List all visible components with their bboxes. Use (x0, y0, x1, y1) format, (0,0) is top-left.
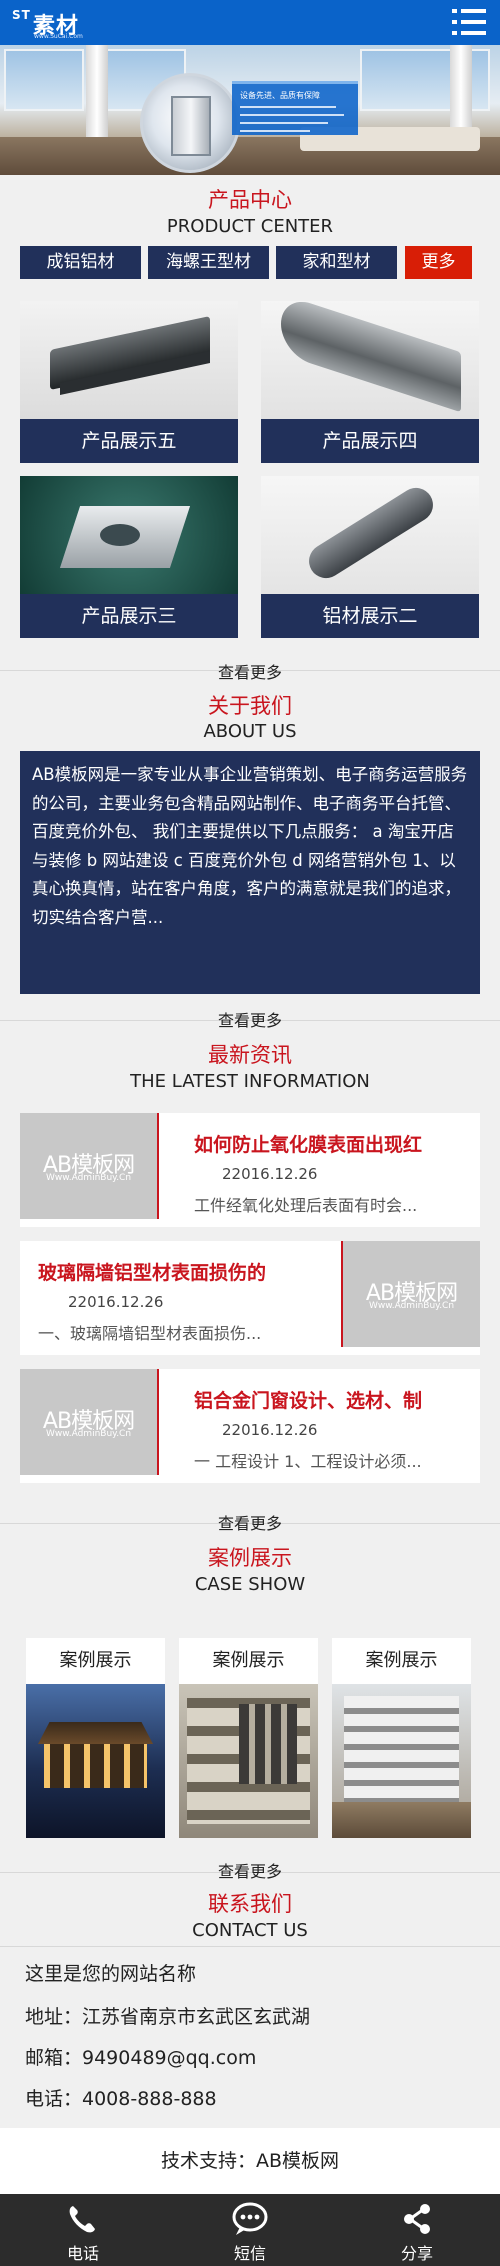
banner-product-circle (140, 73, 240, 173)
contact-subtitle: CONTACT US (192, 1920, 308, 1941)
bottom-nav: 电话 短信 分享 (0, 2194, 500, 2266)
product-card[interactable]: 铝材展示二 (261, 476, 479, 638)
news-item[interactable]: 玻璃隔墙铝型材表面损伤的 22016.12.26 一、玻璃隔墙铝型材表面损伤..… (20, 1241, 480, 1355)
about-subtitle: ABOUT US (203, 721, 297, 742)
product-center-title: 产品中心 (208, 188, 292, 212)
banner-pagination[interactable] (190, 165, 286, 175)
news-title: 最新资讯 (208, 1043, 292, 1067)
case-label: 案例展示 (212, 1650, 285, 1671)
category-tab[interactable]: 海螺王型材 (148, 246, 269, 279)
footer-sms-button[interactable]: 短信 (167, 2194, 333, 2266)
category-tab[interactable]: 成铝铝材 (20, 246, 141, 279)
case-card[interactable]: 案例展示 (26, 1638, 165, 1838)
footer-share-button[interactable]: 分享 (334, 2194, 500, 2266)
product-caption: 铝材展示二 (261, 594, 479, 638)
banner-info-panel: 设备先进、品质有保障 (232, 81, 358, 135)
news-thumbnail: AB模板网 Www.AdminBuy.Cn (20, 1369, 157, 1475)
logo-prefix: ST (12, 8, 31, 22)
news-thumbnail: AB模板网 Www.AdminBuy.Cn (20, 1113, 157, 1219)
category-tab-more[interactable]: 更多 (405, 246, 472, 279)
contact-phone[interactable]: 电话：4008-888-888 (25, 2084, 217, 2111)
product-card[interactable]: 产品展示四 (261, 301, 479, 463)
about-title: 关于我们 (208, 694, 292, 718)
case-card[interactable]: 案例展示 (179, 1638, 318, 1838)
news-item[interactable]: AB模板网 Www.AdminBuy.Cn 如何防止氧化膜表面出现红 22016… (20, 1113, 480, 1227)
news-summary: 一、玻璃隔墙铝型材表面损伤... (38, 1324, 262, 1343)
phone-icon (69, 2206, 95, 2233)
view-more-link[interactable]: 查看更多 (0, 1858, 500, 1882)
news-summary: 一 工程设计 1、工程设计必须... (194, 1452, 422, 1471)
contact-title: 联系我们 (208, 1892, 292, 1916)
news-subtitle: THE LATEST INFORMATION (130, 1071, 370, 1092)
footer-label: 分享 (400, 2244, 433, 2263)
product-card[interactable]: 产品展示五 (20, 301, 238, 463)
footer-phone-button[interactable]: 电话 (0, 2194, 166, 2266)
product-caption: 产品展示五 (20, 419, 238, 463)
news-headline[interactable]: 如何防止氧化膜表面出现红 (194, 1130, 478, 1157)
news-item[interactable]: AB模板网 Www.AdminBuy.Cn 铝合金门窗设计、选材、制 22016… (20, 1369, 480, 1483)
tech-support: 技术支持：AB模板网 (0, 2128, 500, 2194)
message-icon (232, 2202, 268, 2235)
news-summary: 工件经氧化处理后表面有时会... (194, 1196, 418, 1215)
case-image (332, 1684, 471, 1838)
contact-email[interactable]: 邮箱：9490489@qq.com (25, 2043, 256, 2070)
category-tab[interactable]: 家和型材 (276, 246, 397, 279)
top-header: ST素材 www.SuCai.Com (0, 0, 500, 45)
view-more-link[interactable]: 查看更多 (0, 1510, 500, 1534)
product-image (261, 301, 479, 419)
case-label: 案例展示 (59, 1650, 132, 1671)
news-headline[interactable]: 玻璃隔墙铝型材表面损伤的 (38, 1258, 328, 1285)
view-more-link[interactable]: 查看更多 (0, 659, 500, 683)
banner-panel-title: 设备先进、品质有保障 (240, 91, 320, 100)
case-title: 案例展示 (208, 1546, 292, 1570)
news-date: 22016.12.26 (222, 1165, 318, 1183)
product-image (20, 301, 238, 419)
contact-address: 地址：江苏省南京市玄武区玄武湖 (25, 2006, 311, 2028)
case-image (26, 1684, 165, 1838)
hamburger-menu-icon[interactable] (452, 7, 486, 38)
product-caption: 产品展示四 (261, 419, 479, 463)
product-center-subtitle: PRODUCT CENTER (166, 216, 334, 237)
footer-label: 电话 (66, 2244, 99, 2263)
logo-subtext: www.SuCai.Com (34, 33, 83, 40)
news-headline[interactable]: 铝合金门窗设计、选材、制 (194, 1386, 478, 1413)
news-date: 22016.12.26 (68, 1293, 164, 1311)
contact-info: 这里是您的网站名称 地址：江苏省南京市玄武区玄武湖 邮箱：9490489@qq.… (0, 1947, 500, 2126)
product-caption: 产品展示三 (20, 594, 238, 638)
product-image (261, 476, 479, 594)
site-logo[interactable]: ST素材 www.SuCai.Com (12, 6, 92, 40)
banner-window (4, 49, 84, 111)
contact-site-name: 这里是您的网站名称 (25, 1963, 197, 1985)
footer-label: 短信 (233, 2244, 266, 2263)
case-subtitle: CASE SHOW (194, 1574, 306, 1595)
case-image (179, 1684, 318, 1838)
product-card[interactable]: 产品展示三 (20, 476, 238, 638)
news-date: 22016.12.26 (222, 1421, 318, 1439)
product-image (20, 476, 238, 594)
view-more-link[interactable]: 查看更多 (0, 1007, 500, 1031)
news-thumbnail: AB模板网 Www.AdminBuy.Cn (343, 1241, 480, 1347)
case-label: 案例展示 (365, 1650, 438, 1671)
hero-banner[interactable]: 设备先进、品质有保障 (0, 45, 500, 175)
share-icon (404, 2204, 430, 2234)
case-card[interactable]: 案例展示 (332, 1638, 471, 1838)
about-text: AB模板网是一家专业从事企业营销策划、电子商务运营服务的公司，主要业务包含精品网… (20, 751, 480, 994)
